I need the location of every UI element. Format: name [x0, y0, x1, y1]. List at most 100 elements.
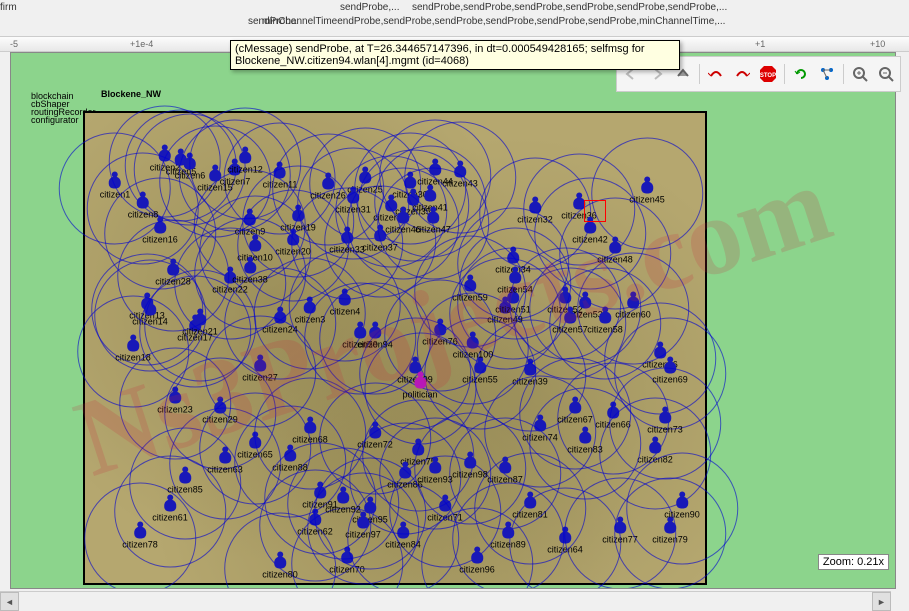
redo-button[interactable] — [730, 62, 754, 86]
node-citizen78[interactable]: citizen78 — [122, 527, 158, 550]
node-citizen27[interactable]: citizen27 — [242, 360, 278, 383]
node-citizen26[interactable]: citizen26 — [310, 178, 346, 201]
node-citizen60[interactable]: citizen60 — [615, 297, 651, 320]
node-citizen23[interactable]: citizen23 — [157, 392, 193, 415]
node-citizen8[interactable]: citizen8 — [128, 197, 159, 220]
node-citizen30[interactable]: citizen30 — [392, 177, 428, 200]
node-citizen68[interactable]: citizen68 — [292, 422, 328, 445]
node-citizen91[interactable]: citizen91 — [302, 487, 338, 510]
node-citizen28[interactable]: citizen28 — [155, 264, 191, 287]
node-citizen64[interactable]: citizen64 — [547, 532, 583, 555]
node-citizen35[interactable]: citizen35 — [395, 194, 431, 217]
node-citizen21[interactable]: citizen21 — [182, 314, 218, 337]
node-citizen51[interactable]: citizen51 — [495, 292, 531, 315]
node-citizen90[interactable]: citizen90 — [664, 497, 700, 520]
simulation-canvas[interactable]: Ns3Projects.com blockchain cbShaper rout… — [10, 52, 896, 589]
node-citizen72[interactable]: citizen72 — [357, 427, 393, 450]
node-politician[interactable]: politician — [402, 377, 437, 400]
node-citizen6[interactable]: citizen6 — [175, 158, 206, 181]
node-citizen25[interactable]: citizen25 — [347, 172, 383, 195]
node-citizen3[interactable]: citizen3 — [295, 302, 326, 325]
node-citizen87[interactable]: citizen87 — [487, 462, 523, 485]
node-citizen94[interactable]: citizen94 — [357, 327, 393, 350]
node-citizen97[interactable]: citizen97 — [345, 517, 381, 540]
node-citizen5[interactable]: citizen5 — [166, 154, 197, 177]
node-citizen56[interactable]: citizen56 — [642, 347, 678, 370]
node-citizen1[interactable]: citizen1 — [100, 177, 131, 200]
node-citizen11[interactable]: citizen11 — [263, 167, 298, 190]
node-citizen20[interactable]: citizen20 — [275, 234, 311, 257]
refresh-button[interactable] — [789, 62, 813, 86]
node-citizen69[interactable]: citizen69 — [652, 362, 688, 385]
node-citizen88[interactable]: citizen88 — [272, 450, 308, 473]
node-citizen71[interactable]: citizen71 — [427, 500, 463, 523]
zoom-in-button[interactable] — [848, 62, 872, 86]
node-citizen96[interactable]: citizen96 — [459, 552, 495, 575]
node-citizen99[interactable]: citizen99 — [397, 362, 433, 385]
node-citizen76[interactable]: citizen76 — [422, 324, 458, 347]
node-citizen46[interactable]: citizen46 — [385, 212, 421, 235]
node-citizen58[interactable]: citizen58 — [587, 312, 623, 335]
node-citizen49[interactable]: citizen49 — [487, 302, 523, 325]
node-citizen10[interactable]: citizen10 — [237, 240, 273, 263]
node-citizen41[interactable]: citizen41 — [412, 190, 448, 213]
stop-button[interactable]: STOP — [756, 62, 780, 86]
relayout-button[interactable] — [815, 62, 839, 86]
node-citizen22[interactable]: citizen22 — [212, 272, 248, 295]
node-citizen38[interactable]: citizen38 — [232, 262, 268, 285]
node-citizen61[interactable]: citizen61 — [152, 500, 188, 523]
node-citizen18[interactable]: citizen18 — [115, 340, 151, 363]
node-citizen47[interactable]: citizen47 — [415, 212, 451, 235]
node-citizen74[interactable]: citizen74 — [522, 420, 558, 443]
node-citizen95[interactable]: citizen95 — [352, 502, 388, 525]
node-citizen54[interactable]: citizen54 — [497, 272, 533, 295]
node-citizen14[interactable]: citizen14 — [132, 304, 168, 327]
node-citizen37[interactable]: citizen37 — [362, 230, 398, 253]
node-citizen92[interactable]: citizen92 — [325, 492, 361, 515]
node-citizen42[interactable]: citizen42 — [572, 222, 608, 245]
node-citizen45[interactable]: citizen45 — [629, 182, 665, 205]
node-citizen86[interactable]: citizen86 — [387, 467, 423, 490]
node-citizen33[interactable]: citizen33 — [329, 232, 365, 255]
node-citizen66[interactable]: citizen66 — [595, 407, 631, 430]
scroll-right-arrow[interactable]: ► — [872, 592, 891, 611]
network-playground[interactable]: citizen1 citizen2 citizen3citizen4 citizen5… — [83, 111, 707, 585]
node-citizen84[interactable]: citizen84 — [385, 527, 421, 550]
node-citizen52[interactable]: citizen52 — [547, 292, 583, 315]
node-citizen48[interactable]: citizen48 — [597, 242, 633, 265]
node-citizen40[interactable]: citizen40 — [373, 200, 409, 223]
node-citizen32[interactable]: citizen32 — [517, 202, 553, 225]
node-citizen100[interactable]: citizen100 — [453, 337, 494, 360]
node-citizen31[interactable]: citizen31 — [335, 192, 371, 215]
node-citizen81[interactable]: citizen81 — [512, 497, 548, 520]
node-citizen4[interactable]: citizen4 — [330, 294, 361, 317]
node-citizen82[interactable]: citizen82 — [637, 442, 673, 465]
node-citizen16[interactable]: citizen16 — [142, 222, 178, 245]
node-citizen39[interactable]: citizen39 — [512, 364, 548, 387]
node-citizen9[interactable]: citizen9 — [235, 214, 266, 237]
node-citizen85[interactable]: citizen85 — [167, 472, 203, 495]
node-citizen70[interactable]: citizen70 — [329, 552, 365, 575]
node-citizen80[interactable]: citizen80 — [262, 557, 298, 580]
scroll-left-arrow[interactable]: ◄ — [0, 592, 19, 611]
node-citizen55[interactable]: citizen55 — [462, 362, 498, 385]
node-citizen83[interactable]: citizen83 — [567, 432, 603, 455]
node-citizen2[interactable]: citizen2 — [150, 150, 181, 173]
node-citizen15[interactable]: citizen15 — [197, 170, 233, 193]
node-citizen67[interactable]: citizen67 — [557, 402, 593, 425]
zoom-out-button[interactable] — [874, 62, 898, 86]
node-citizen63[interactable]: citizen63 — [207, 452, 243, 475]
node-citizen79[interactable]: citizen79 — [652, 522, 688, 545]
node-citizen62[interactable]: citizen62 — [297, 514, 333, 537]
node-citizen34[interactable]: citizen34 — [495, 252, 531, 275]
node-citizen73[interactable]: citizen73 — [647, 412, 683, 435]
node-citizen43[interactable]: citizen43 — [442, 166, 478, 189]
node-citizen57[interactable]: citizen57 — [552, 312, 588, 335]
node-citizen7[interactable]: citizen7 — [220, 164, 251, 187]
horizontal-scrollbar[interactable]: ◄ ► — [0, 591, 891, 609]
node-citizen93[interactable]: citizen93 — [417, 462, 453, 485]
node-citizen19[interactable]: citizen19 — [280, 210, 316, 233]
node-citizen77[interactable]: citizen77 — [602, 522, 638, 545]
scroll-track[interactable] — [19, 592, 872, 609]
node-citizen59[interactable]: citizen59 — [452, 280, 488, 303]
